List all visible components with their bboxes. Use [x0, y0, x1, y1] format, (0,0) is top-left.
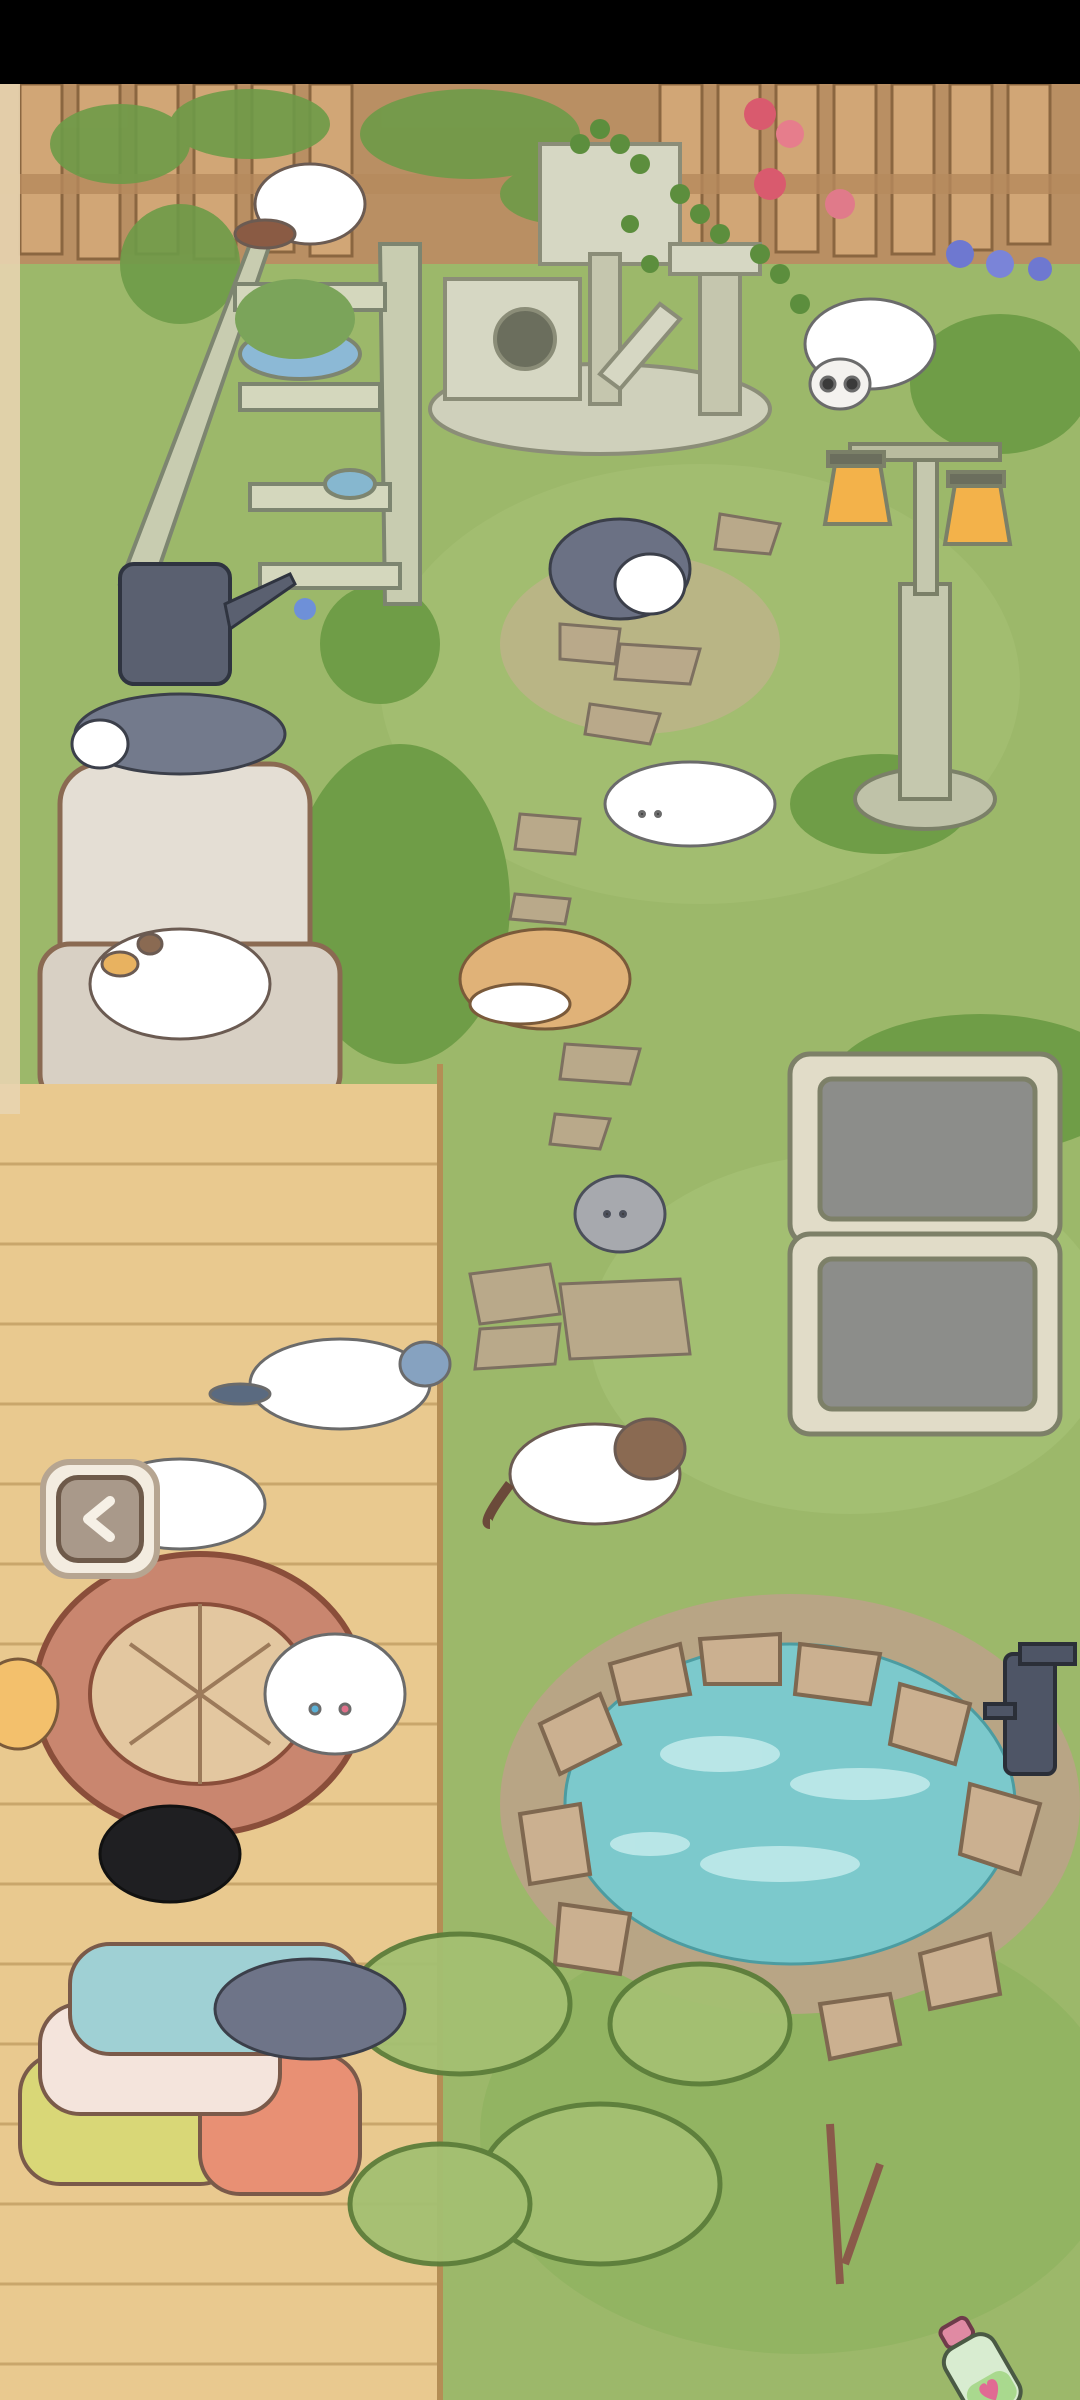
cat-gray-on-pillows[interactable] — [213, 1957, 407, 2061]
cat-tan-curled[interactable] — [458, 927, 632, 1031]
chevron-left-icon — [83, 1496, 115, 1542]
cat-on-armchair-back[interactable] — [70, 692, 287, 776]
cat-siamese[interactable] — [482, 1417, 687, 1529]
cat-on-ladder[interactable] — [233, 162, 367, 250]
cat-gray-small[interactable] — [573, 1174, 667, 1254]
cat-on-armchair-seat[interactable] — [88, 927, 272, 1041]
back-button-inner — [56, 1475, 144, 1563]
cat-on-tower[interactable] — [803, 297, 937, 411]
potion-button[interactable] — [925, 2309, 1035, 2400]
back-button[interactable] — [40, 1459, 160, 1579]
game-scene[interactable] — [0, 84, 1080, 2400]
cat-on-deck[interactable] — [208, 1337, 452, 1431]
cat-lying-path[interactable] — [603, 760, 777, 848]
cats-layer — [0, 162, 937, 2061]
cat-on-well[interactable] — [263, 1632, 407, 1756]
cat-on-path-top[interactable] — [548, 517, 692, 621]
potion-bottle-heart-icon — [938, 2315, 1023, 2400]
status-bar — [0, 0, 1080, 84]
cat-peeking-edge[interactable] — [0, 1657, 60, 1751]
cat-black-on-pillows[interactable] — [98, 1804, 242, 1904]
